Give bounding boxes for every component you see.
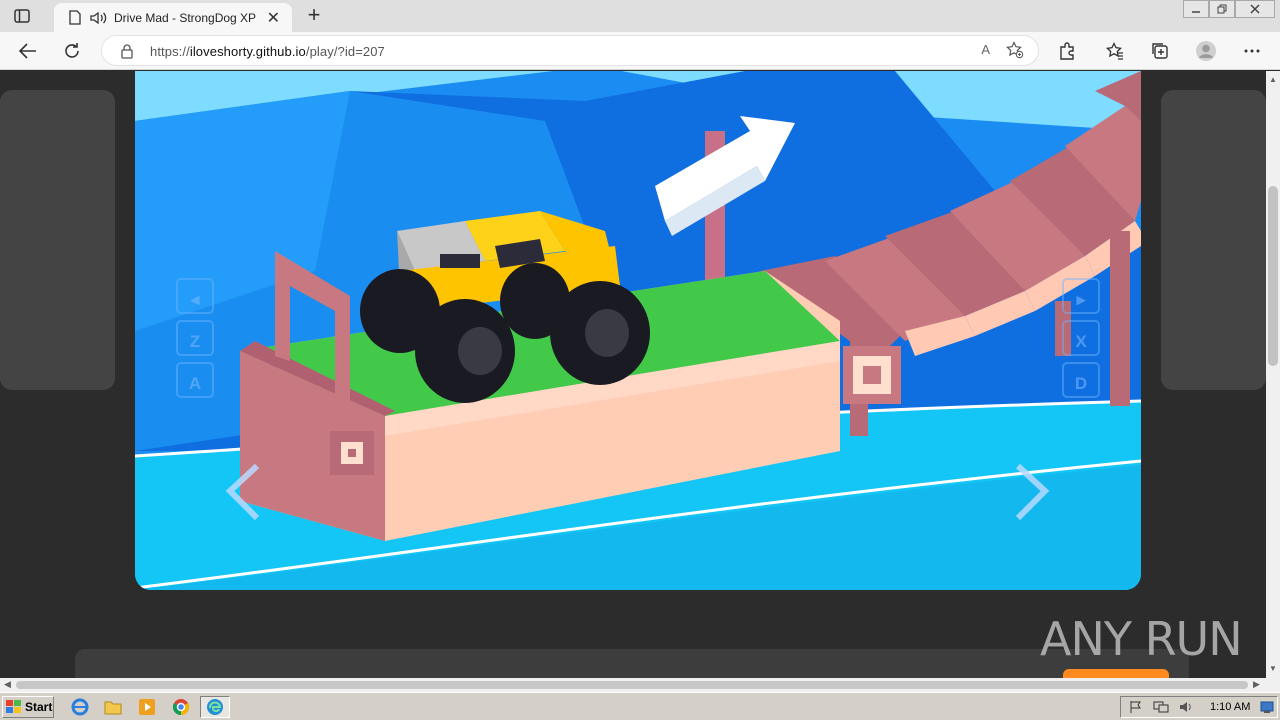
anyrun-watermark: ANY RUN [1040, 606, 1243, 672]
key-d: D [1074, 374, 1088, 393]
flag-icon[interactable] [1129, 700, 1143, 717]
tab-strip: Drive Mad - StrongDog XP ✕ + [0, 0, 1280, 32]
back-arrow-icon[interactable] [14, 37, 42, 65]
minimize-button[interactable] [1183, 0, 1209, 18]
url-path: /play/?id=207 [305, 44, 385, 59]
show-desktop-icon[interactable] [1260, 700, 1274, 717]
network-icon[interactable] [1153, 700, 1169, 717]
speaker-icon[interactable] [90, 9, 108, 27]
extensions-icon[interactable] [1053, 37, 1081, 65]
left-key-hints: ◂ Z A [177, 279, 213, 405]
page-icon [66, 9, 84, 27]
web-page: ◂ Z A ▸ X D [0, 71, 1266, 678]
scroll-down-arrow-icon[interactable]: ▼ [1269, 664, 1277, 673]
key-z: Z [189, 332, 201, 351]
key-x: X [1075, 332, 1087, 351]
edge-icon[interactable] [205, 697, 225, 717]
lock-icon[interactable] [120, 43, 134, 64]
address-bar[interactable]: https://iloveshorty.github.io/play/?id=2… [101, 35, 1039, 66]
key-left-arrow: ◂ [190, 290, 200, 309]
right-side-card [1161, 90, 1266, 390]
start-label: Start [25, 700, 53, 714]
read-aloud-icon[interactable]: A [981, 42, 990, 57]
collections-icon[interactable] [1146, 37, 1174, 65]
url-scheme: https:// [150, 44, 190, 59]
tab-close-icon[interactable]: ✕ [267, 8, 280, 28]
horizontal-scrollbar[interactable]: ◀ ▶ [0, 678, 1266, 692]
close-window-button[interactable] [1235, 0, 1275, 18]
favorites-icon[interactable] [1101, 37, 1129, 65]
bottom-panel [75, 649, 1189, 678]
chrome-icon[interactable] [171, 697, 191, 717]
new-tab-button[interactable]: + [300, 3, 328, 29]
volume-icon[interactable] [1179, 700, 1195, 717]
internet-explorer-icon[interactable] [70, 697, 90, 717]
vertical-scrollbar[interactable]: ▲ ▼ [1266, 71, 1280, 678]
scroll-right-arrow-icon[interactable]: ▶ [1253, 679, 1260, 690]
system-tray: 1:10 AM [1120, 696, 1278, 718]
navigation-bar: https://iloveshorty.github.io/play/?id=2… [0, 32, 1280, 70]
clock[interactable]: 1:10 AM [1210, 701, 1250, 713]
tab-actions-menu-icon[interactable] [10, 6, 34, 26]
scroll-corner [1266, 678, 1280, 692]
vertical-scroll-thumb[interactable] [1268, 186, 1278, 366]
scroll-left-arrow-icon[interactable]: ◀ [4, 679, 11, 690]
profile-avatar-icon[interactable] [1192, 37, 1220, 65]
scroll-up-arrow-icon[interactable]: ▲ [1269, 75, 1277, 84]
media-player-icon[interactable] [137, 697, 157, 717]
active-tab[interactable]: Drive Mad - StrongDog XP ✕ [54, 3, 292, 32]
right-key-hints: ▸ X D [1063, 279, 1099, 405]
tab-title: Drive Mad - StrongDog XP [114, 10, 257, 25]
add-favorite-icon[interactable] [1006, 41, 1024, 64]
more-options-icon[interactable] [1238, 37, 1266, 65]
watermark-text: ANY RUN [1040, 612, 1243, 666]
file-explorer-icon[interactable] [103, 697, 123, 717]
key-right-arrow: ▸ [1076, 290, 1086, 309]
key-a: A [188, 374, 202, 393]
game-canvas[interactable]: ◂ Z A ▸ X D [135, 71, 1141, 590]
restore-button[interactable] [1209, 0, 1235, 18]
left-side-card [0, 90, 115, 390]
refresh-icon[interactable] [58, 37, 86, 65]
windows-logo-icon [6, 700, 21, 713]
horizontal-scroll-thumb[interactable] [16, 681, 1248, 689]
start-button[interactable]: Start [2, 696, 54, 718]
url-text[interactable]: https://iloveshorty.github.io/play/?id=2… [150, 44, 385, 59]
taskbar: Start 1:10 AM [0, 692, 1280, 720]
url-host: iloveshorty.github.io [189, 44, 306, 59]
